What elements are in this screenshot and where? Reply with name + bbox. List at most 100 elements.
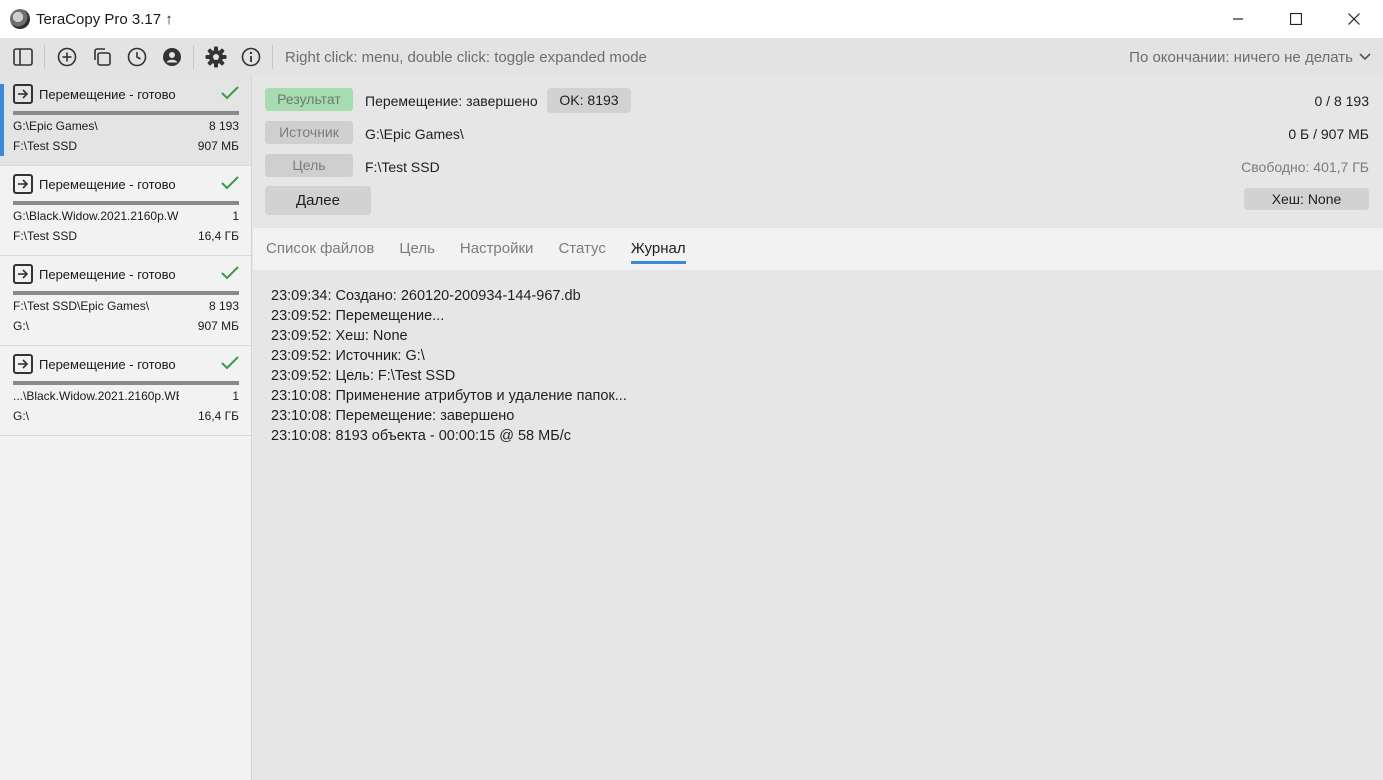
job-header: Перемещение - готово [13,354,176,374]
job-target-row: F:\Test SSD 16,4 ГБ [13,229,239,243]
job-title: Перемещение - готово [39,86,176,102]
info-icon [241,47,260,67]
move-icon [13,174,33,194]
checkmark-icon [221,356,239,370]
close-icon [1348,13,1360,25]
maximize-button[interactable] [1267,0,1325,38]
job-list: Перемещение - готово G:\Epic Games\ 8 19… [0,76,252,780]
chevron-down-icon [1359,53,1371,61]
job-source-path: G:\Epic Games\ [13,119,98,133]
job-target-path: G:\ [13,409,30,423]
job-header: Перемещение - готово [13,174,176,194]
job-source-path: ...\Black.Widow.2021.2160p.WEI [13,389,179,403]
job-target-row: G:\ 16,4 ГБ [13,409,239,423]
log-line: 23:10:08: Перемещение: завершено [271,408,515,424]
job-item[interactable]: Перемещение - готово G:\Black.Widow.2021… [0,166,251,256]
log-line: 23:10:08: Применение атрибутов и удалени… [271,388,627,404]
tab-log[interactable]: Журнал [630,228,686,270]
job-size: 907 МБ [197,319,239,333]
move-icon [13,264,33,284]
job-title: Перемещение - готово [39,266,176,282]
minimize-button[interactable] [1209,0,1267,38]
add-job-button[interactable] [49,38,84,76]
target-label[interactable]: Цель [265,154,353,177]
job-size: 907 МБ [197,139,239,153]
settings-button[interactable] [198,38,233,76]
tab-settings[interactable]: Настройки [460,228,534,270]
toggle-sidebar-button[interactable] [5,38,40,76]
after-completion-dropdown[interactable]: По окончании: ничего не делать [1129,38,1371,76]
log-line: 23:09:34: Создано: 260120-200934-144-967… [271,288,581,304]
job-target-path: F:\Test SSD [13,229,78,243]
log-line: 23:10:08: 8193 объекта - 00:00:15 @ 58 М… [271,428,571,444]
free-space: Свободно: 401,7 ГБ [1241,159,1369,175]
checkmark-icon [221,176,239,190]
toolbar-divider [44,45,45,69]
close-button[interactable] [1325,0,1383,38]
hash-button[interactable]: Хеш: None [1244,188,1369,210]
checkmark-icon [221,86,239,100]
source-value: G:\Epic Games\ [365,126,464,142]
job-progress-bar [13,291,239,295]
window-controls [1209,0,1383,38]
history-button[interactable] [119,38,154,76]
job-item[interactable]: Перемещение - готово G:\Epic Games\ 8 19… [0,76,251,166]
job-source-row: ...\Black.Widow.2021.2160p.WEI 1 [13,389,239,403]
job-progress-bar [13,111,239,115]
log-line: 23:09:52: Цель: F:\Test SSD [271,368,456,384]
ok-count-badge[interactable]: OK: 8193 [547,88,631,113]
job-header: Перемещение - готово [13,264,176,284]
job-target-path: G:\ [13,319,30,333]
job-source-row: G:\Black.Widow.2021.2160p.WE 1 [13,209,239,223]
job-title: Перемещение - готово [39,356,176,372]
tab-status[interactable]: Статус [558,228,605,270]
minimize-icon [1233,18,1243,20]
maximize-icon [1290,13,1302,25]
job-target-row: F:\Test SSD 907 МБ [13,139,239,153]
account-button[interactable] [154,38,189,76]
job-progress-bar [13,381,239,385]
job-target-row: G:\ 907 МБ [13,319,239,333]
account-icon [162,48,181,66]
window-title: TeraCopy Pro 3.17 ↑ [36,10,173,28]
job-source-row: F:\Test SSD\Epic Games\ 8 193 [13,299,239,313]
toolbar-divider [193,45,194,69]
job-item[interactable]: Перемещение - готово F:\Test SSD\Epic Ga… [0,256,251,346]
checkmark-icon [221,266,239,280]
tab-bar: Список файлов Цель Настройки Статус Журн… [253,228,1383,270]
main-panel: Результат Перемещение: завершено OK: 819… [253,76,1383,780]
size-progress: 0 Б / 907 МБ [1288,126,1369,142]
result-value: Перемещение: завершено [365,93,538,109]
job-size: 16,4 ГБ [197,229,239,243]
job-source-path: F:\Test SSD\Epic Games\ [13,299,150,313]
job-file-count: 8 193 [208,119,239,133]
next-button[interactable]: Далее [265,186,371,215]
history-icon [127,47,146,67]
copy-icon [93,48,111,66]
job-item[interactable]: Перемещение - готово ...\Black.Widow.202… [0,346,251,436]
files-progress: 0 / 8 193 [1314,93,1370,109]
toolbar-divider [272,45,273,69]
tab-file-list[interactable]: Список файлов [266,228,374,270]
job-progress-bar [13,201,239,205]
job-target-path: F:\Test SSD [13,139,78,153]
gear-icon [205,46,226,68]
job-file-count: 1 [232,209,239,223]
about-button[interactable] [233,38,268,76]
log-panel: 23:09:34: Создано: 260120-200934-144-967… [253,270,1383,780]
add-icon [57,47,76,67]
log-line: 23:09:52: Источник: G:\ [271,348,425,364]
move-icon [13,354,33,374]
copy-button[interactable] [84,38,119,76]
log-line: 23:09:52: Хеш: None [271,328,408,344]
source-label[interactable]: Источник [265,121,353,144]
job-title: Перемещение - готово [39,176,176,192]
tab-target[interactable]: Цель [399,228,435,270]
job-file-count: 1 [232,389,239,403]
after-completion-label: По окончании: ничего не делать [1129,48,1353,66]
job-source-row: G:\Epic Games\ 8 193 [13,119,239,133]
job-header: Перемещение - готово [13,84,176,104]
toolbar: Right click: menu, double click: toggle … [0,38,1383,76]
result-label[interactable]: Результат [265,88,353,111]
job-file-count: 8 193 [208,299,239,313]
